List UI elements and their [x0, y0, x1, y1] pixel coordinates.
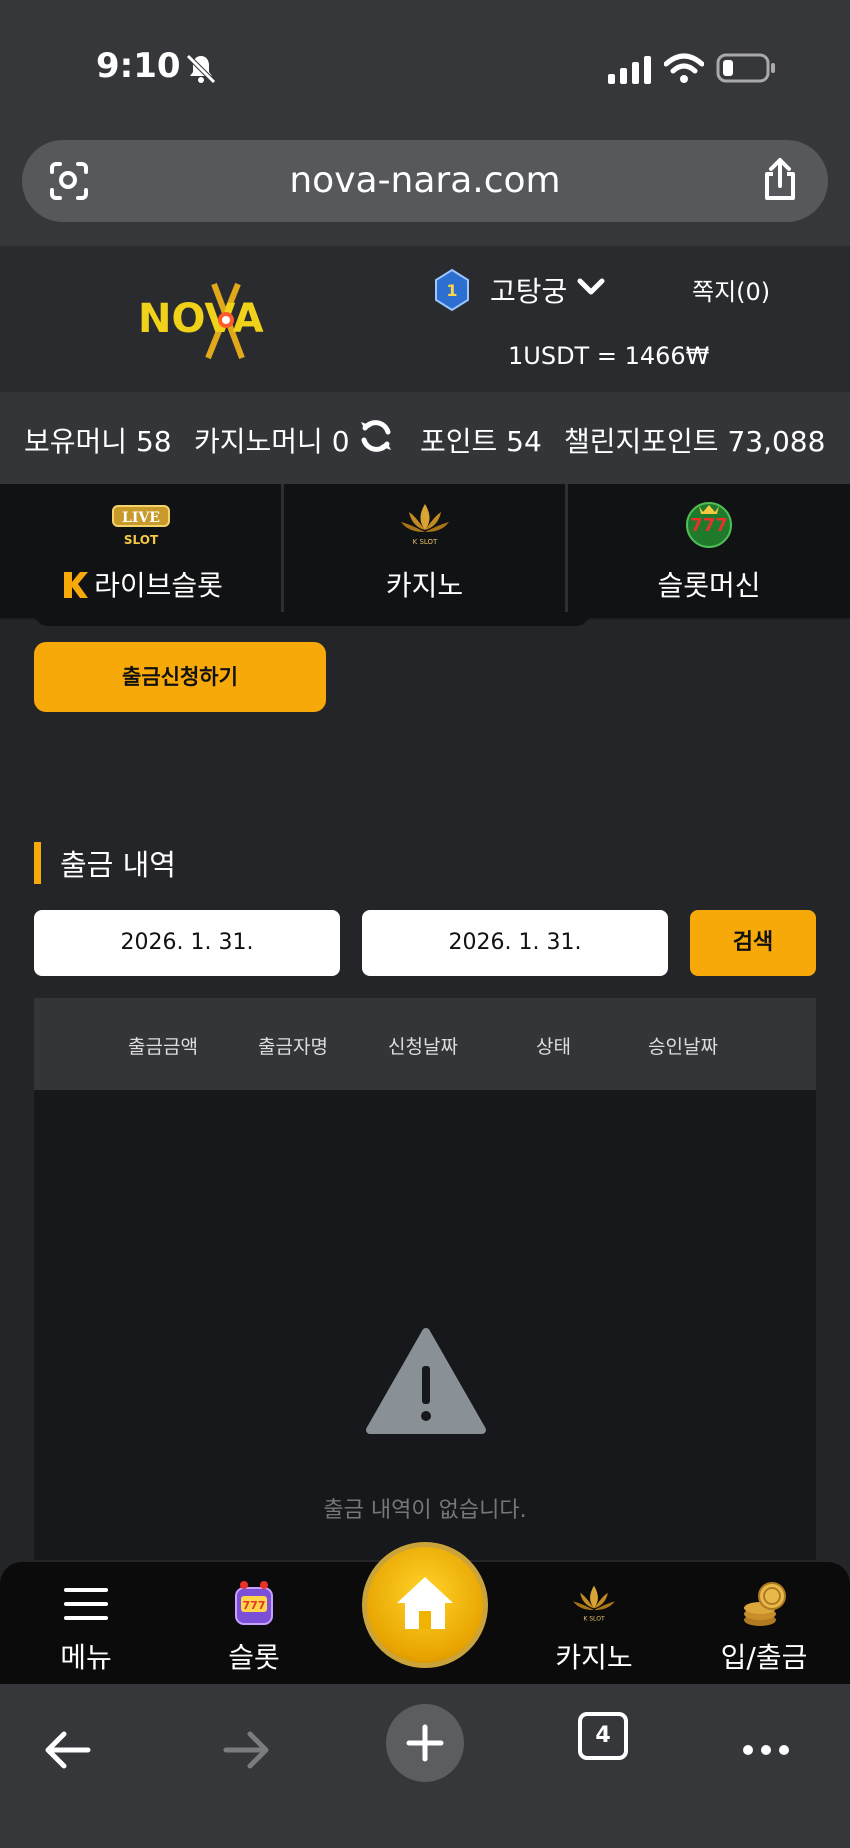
kslot-icon: K SLOT: [400, 504, 449, 546]
bell-muted-icon: [186, 54, 216, 84]
nav-label: 메뉴: [60, 1641, 112, 1674]
hamburger-icon: [64, 1588, 108, 1620]
nav-label: 카지노: [555, 1641, 633, 1674]
svg-text:K SLOT: K SLOT: [583, 1615, 605, 1622]
column-header: 신청날짜: [388, 1036, 458, 1058]
column-header: 출금금액: [128, 1036, 198, 1058]
wifi-icon: [664, 53, 704, 83]
rank-badge-icon: 1: [435, 268, 469, 312]
messages-link[interactable]: 쪽지(0): [692, 272, 770, 307]
svg-text:K SLOT: K SLOT: [412, 538, 437, 546]
slot-777-icon: 777: [686, 502, 732, 548]
nav-label: 슬롯: [228, 1641, 280, 1674]
new-tab-button[interactable]: [386, 1704, 464, 1782]
table-body: 출금 내역이 없습니다.: [34, 1090, 816, 1560]
url-bar[interactable]: nova-nara.com: [22, 140, 828, 222]
challenge-points-balance: 챌린지포인트 73,088: [564, 425, 826, 458]
slot-machine-icon: 777: [235, 1581, 273, 1625]
nova-logo[interactable]: NOVA: [138, 276, 308, 364]
warning-icon: [366, 1328, 486, 1434]
refresh-icon[interactable]: [358, 418, 394, 454]
date-to-input[interactable]: 2026. 1. 31.: [362, 910, 668, 976]
nav-casino[interactable]: K SLOT 카지노: [524, 1562, 664, 1684]
tab-casino[interactable]: K SLOT 카지노: [284, 484, 568, 618]
nav-label: 입/출금: [720, 1641, 808, 1674]
back-arrow-icon[interactable]: [42, 1724, 94, 1776]
battery-icon: [716, 53, 775, 83]
column-header: 출금자명: [258, 1036, 328, 1058]
svg-text:777: 777: [690, 515, 728, 536]
chevron-down-icon[interactable]: [576, 276, 606, 298]
search-button[interactable]: 검색: [690, 910, 816, 976]
kslot-icon: K SLOT: [573, 1585, 615, 1622]
home-icon: [397, 1577, 453, 1629]
column-header: 승인날짜: [648, 1036, 718, 1058]
withdraw-request-button[interactable]: 출금신청하기: [34, 642, 326, 712]
username[interactable]: 고탕궁: [490, 270, 567, 310]
section-title: 출금 내역: [60, 848, 176, 882]
points-balance: 포인트 54: [420, 425, 542, 458]
svg-text:SLOT: SLOT: [123, 533, 158, 547]
tab-label: 카지노: [385, 569, 464, 602]
svg-text:LIVE: LIVE: [122, 510, 160, 526]
svg-text:777: 777: [243, 1599, 266, 1612]
url-text: nova-nara.com: [289, 160, 561, 201]
status-time: 9:10: [96, 46, 181, 86]
live-slot-icon: LIVE SLOT: [111, 505, 170, 547]
table-header: 출금금액 출금자명 신청날짜 상태 승인날짜: [34, 998, 816, 1090]
casino-money-balance: 카지노머니 0: [194, 425, 350, 458]
browser-chrome: 9:10 nova-nara.com: [0, 0, 850, 246]
nav-menu[interactable]: 메뉴: [16, 1562, 156, 1684]
exchange-rate: 1USDT = 1466₩: [508, 342, 710, 370]
coins-icon: [744, 1582, 786, 1626]
site-header: NOVA 1 고탕궁 쪽지(0) 1USDT = 1466₩: [0, 246, 850, 392]
forward-arrow-icon[interactable]: [220, 1724, 272, 1776]
tab-label: 라이브슬롯: [94, 569, 223, 602]
balance-bar: 보유머니 58 카지노머니 0 포인트 54 챌린지포인트 73,088: [0, 392, 850, 484]
plus-icon: [406, 1724, 444, 1762]
date-from-input[interactable]: 2026. 1. 31.: [34, 910, 340, 976]
cell-signal-icon: [608, 56, 651, 84]
browser-toolbar: 4: [0, 1684, 850, 1848]
svg-text:1: 1: [446, 281, 457, 300]
game-tabs: LIVE SLOT 라이브슬롯 K SLOT 카지노 777 슬롯머신: [0, 484, 850, 620]
more-options-icon[interactable]: [740, 1724, 792, 1776]
logo-text: NOVA: [138, 296, 264, 342]
nav-slot[interactable]: 777 슬롯: [184, 1562, 324, 1684]
tab-switcher-button[interactable]: 4: [578, 1712, 628, 1760]
home-button[interactable]: [362, 1542, 488, 1668]
tab-live-slot[interactable]: LIVE SLOT 라이브슬롯: [0, 484, 284, 618]
money-balance: 보유머니 58: [24, 425, 172, 458]
tab-slot-machine[interactable]: 777 슬롯머신: [568, 484, 850, 618]
tab-label: 슬롯머신: [657, 569, 761, 602]
share-icon[interactable]: [760, 156, 800, 202]
column-header: 상태: [536, 1036, 571, 1058]
nav-deposit-withdraw[interactable]: 입/출금: [694, 1562, 834, 1684]
panel-edge: [34, 612, 590, 626]
section-accent: [34, 842, 41, 884]
empty-message: 출금 내역이 없습니다.: [323, 1498, 527, 1523]
